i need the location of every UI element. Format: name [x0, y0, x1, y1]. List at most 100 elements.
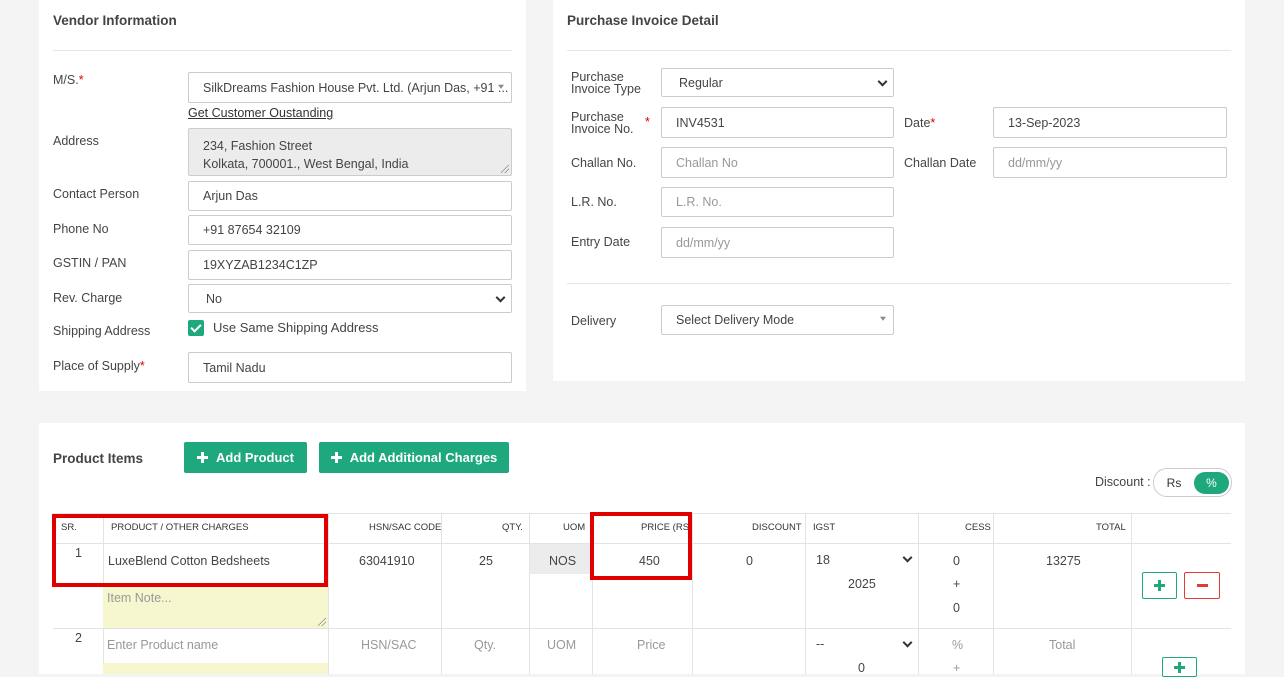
challan-date-input[interactable]: dd/mm/yy — [993, 147, 1227, 178]
discount-mode-toggle[interactable]: Rs % — [1153, 468, 1232, 497]
row1-uom: NOS — [549, 554, 577, 568]
highlight-product-box — [52, 514, 328, 587]
row1-uom-field[interactable]: NOS — [530, 544, 592, 574]
same-shipping-checkbox[interactable] — [188, 320, 204, 336]
col-divider — [1131, 513, 1132, 674]
shipping-address-label: Shipping Address — [53, 324, 151, 338]
row1-remove-button[interactable] — [1184, 572, 1220, 599]
vendor-select[interactable]: SilkDreams Fashion House Pvt. Ltd. (Arju… — [188, 72, 512, 103]
row2-hsn-input[interactable]: HSN/SAC — [361, 638, 417, 652]
row2-igst-rate: -- — [816, 637, 825, 651]
ms-label: M/S.* — [53, 73, 84, 87]
purchase-invoice-panel: Purchase Invoice Detail Purchase Invoice … — [553, 0, 1245, 381]
invoice-type-select[interactable]: Regular — [661, 68, 894, 97]
resize-handle-icon[interactable] — [501, 165, 509, 173]
row2-sr: 2 — [75, 631, 82, 645]
chevron-down-icon — [902, 637, 913, 648]
product-items-title: Product Items — [53, 451, 144, 466]
discount-label: Discount : — [1095, 475, 1151, 489]
required-mark: * — [645, 115, 650, 129]
chevron-down-icon — [877, 76, 888, 87]
divider — [53, 50, 512, 51]
add-additional-charges-button[interactable]: Add Additional Charges — [319, 442, 509, 473]
lr-no-label: L.R. No. — [571, 195, 617, 209]
vendor-panel-title: Vendor Information — [53, 13, 177, 28]
row2-uom-input[interactable]: UOM — [547, 638, 576, 652]
row1-item-note[interactable]: Item Note... — [103, 586, 328, 628]
col-divider — [993, 513, 994, 674]
place-of-supply-label: Place of Supply* — [53, 359, 145, 373]
row2-product-input[interactable]: Enter Product name — [107, 638, 218, 652]
row2-igst-select[interactable]: -- — [809, 631, 917, 657]
row1-discount[interactable]: 0 — [746, 554, 753, 568]
contact-person-input[interactable]: Arjun Das — [188, 181, 512, 211]
row1-hsn[interactable]: 63041910 — [359, 554, 415, 568]
col-header-hsn: HSN/SAC CODE — [369, 522, 442, 533]
row2-cess-rate[interactable]: % — [952, 638, 963, 652]
row2-qty-input[interactable]: Qty. — [474, 638, 496, 652]
row2-add-button[interactable] — [1162, 657, 1197, 677]
vendor-information-panel: Vendor Information M/S.* SilkDreams Fash… — [39, 0, 526, 391]
address-line-2: Kolkata, 700001., West Bengal, India — [203, 157, 409, 171]
col-divider — [328, 513, 329, 674]
col-header-qty: QTY. — [502, 522, 523, 533]
col-header-uom: UOM — [563, 522, 586, 533]
address-line-1: 234, Fashion Street — [203, 139, 313, 153]
row1-cess-rate[interactable]: 0 — [953, 554, 960, 568]
rev-charge-label: Rev. Charge — [53, 291, 123, 305]
challan-no-label: Challan No. — [571, 156, 637, 170]
invoice-no-input[interactable]: INV4531 — [661, 107, 894, 138]
place-of-supply-input[interactable]: Tamil Nadu — [188, 352, 512, 383]
chevron-down-icon — [495, 292, 506, 303]
col-header-cess: CESS — [965, 522, 991, 533]
add-product-button[interactable]: Add Product — [184, 442, 307, 473]
date-input[interactable]: 13-Sep-2023 — [993, 107, 1227, 138]
customer-outstanding-link[interactable]: Get Customer Oustanding — [188, 106, 333, 120]
row1-add-button[interactable] — [1142, 572, 1177, 599]
col-divider — [441, 513, 442, 674]
row2-cess-plus: + — [953, 661, 961, 675]
row2-total: Total — [1049, 638, 1076, 652]
row1-qty[interactable]: 25 — [479, 554, 493, 568]
challan-no-input[interactable]: Challan No — [661, 147, 894, 178]
discount-percent-option[interactable]: % — [1194, 472, 1229, 494]
challan-date-label: Challan Date — [904, 156, 977, 170]
phone-input[interactable]: +91 87654 32109 — [188, 215, 512, 245]
row1-igst-select[interactable]: 18 — [809, 546, 917, 572]
discount-rs-option[interactable]: Rs — [1158, 472, 1190, 494]
row2-igst-amount: 0 — [858, 661, 865, 675]
lr-no-input[interactable]: L.R. No. — [661, 187, 894, 217]
chevron-down-icon — [902, 552, 913, 563]
address-label: Address — [53, 134, 99, 148]
table-row-border — [53, 628, 1231, 629]
row2-price-input[interactable]: Price — [637, 638, 665, 652]
minus-icon — [1196, 584, 1208, 587]
invoice-no-label: Purchase Invoice No. — [571, 110, 634, 136]
divider — [567, 50, 1231, 51]
row2-item-note[interactable] — [103, 663, 328, 674]
same-shipping-label[interactable]: Use Same Shipping Address — [213, 321, 378, 334]
row1-total: 13275 — [1046, 554, 1081, 568]
divider — [567, 283, 1231, 284]
gstin-input[interactable]: 19XYZAB1234C1ZP — [188, 250, 512, 280]
row1-cess-amount[interactable]: 0 — [953, 601, 960, 615]
resize-handle-icon[interactable] — [318, 618, 326, 626]
col-header-total: TOTAL — [1096, 522, 1126, 533]
delivery-mode-select[interactable]: Select Delivery Mode — [661, 305, 894, 335]
row1-cess-plus: + — [953, 577, 961, 591]
col-divider — [918, 513, 919, 674]
invoice-panel-title: Purchase Invoice Detail — [567, 13, 719, 28]
invoice-type-label: Purchase Invoice Type — [571, 70, 641, 96]
col-header-igst: IGST — [813, 522, 836, 533]
caret-down-icon — [498, 84, 504, 89]
item-note-placeholder: Item Note... — [107, 591, 172, 605]
address-textarea[interactable]: 234, Fashion Street Kolkata, 700001., We… — [188, 128, 512, 176]
delivery-label: Delivery — [571, 314, 617, 328]
entry-date-input[interactable]: dd/mm/yy — [661, 227, 894, 258]
rev-charge-select[interactable]: No — [188, 284, 512, 313]
highlight-price-box — [590, 512, 692, 580]
add-product-label: Add Product — [216, 450, 294, 465]
row1-igst-amount: 2025 — [848, 577, 876, 591]
phone-label: Phone No — [53, 222, 109, 236]
vendor-select-value: SilkDreams Fashion House Pvt. Ltd. (Arju… — [203, 80, 509, 95]
